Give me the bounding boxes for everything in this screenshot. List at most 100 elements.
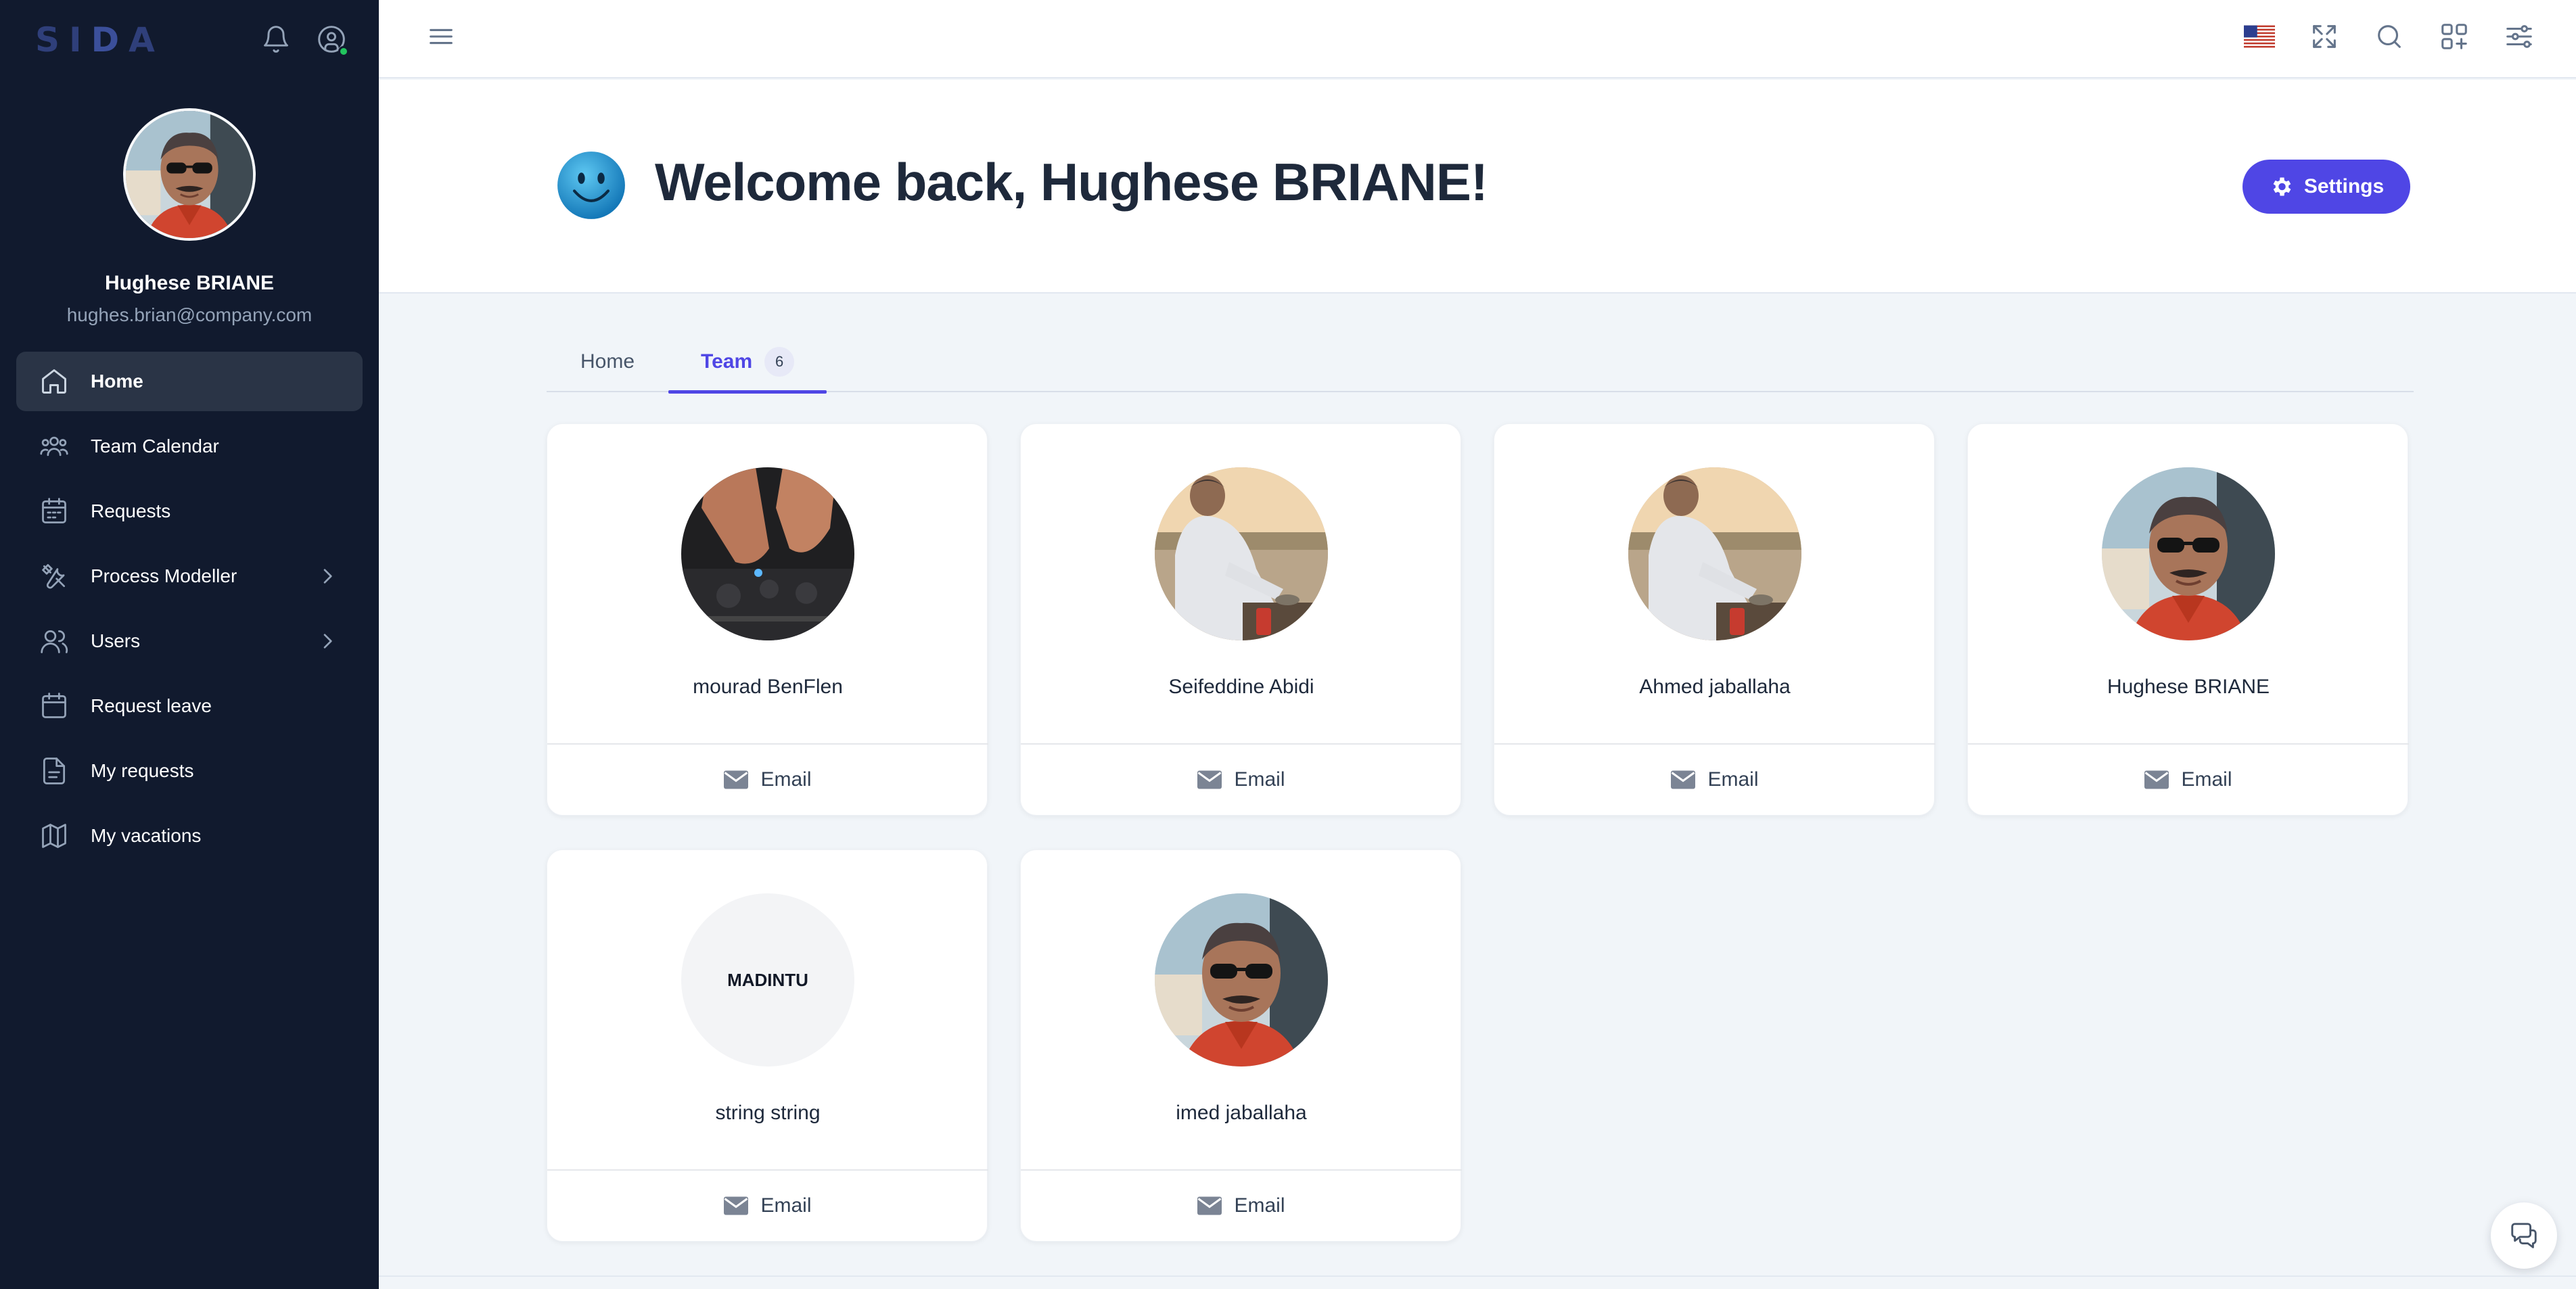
email-label: Email (2181, 768, 2232, 791)
email-button[interactable]: Email (1021, 1171, 1462, 1241)
team-member-card: Hughese BRIANE Email (1967, 423, 2409, 816)
tab-count-badge: 6 (764, 347, 795, 377)
envelope-icon (1197, 770, 1222, 789)
profile-photo (126, 111, 253, 238)
envelope-icon (1671, 770, 1696, 789)
sliders-icon (2506, 25, 2532, 48)
email-label: Email (1707, 768, 1759, 791)
document-icon (38, 755, 70, 787)
sidebar-header: SIDA (0, 0, 379, 78)
search-icon (2378, 25, 2401, 48)
team-member-card: Ahmed jaballaha Email (1494, 423, 1935, 816)
app-logo[interactable]: SIDA (35, 20, 164, 60)
team-member-card: mourad BenFlen Email (547, 423, 988, 816)
notifications-button[interactable] (257, 20, 295, 58)
user-account-button[interactable] (313, 20, 350, 58)
chevron-right-icon (323, 634, 332, 649)
member-name: Hughese BRIANE (2107, 676, 2270, 698)
email-button[interactable]: Email (1494, 745, 1935, 815)
logo-text-left: SI (35, 20, 91, 60)
fullscreen-icon (2313, 25, 2336, 48)
member-name: string string (715, 1102, 821, 1124)
sidebar-item-label: Requests (91, 500, 171, 521)
footer-divider (379, 1275, 2576, 1277)
email-label: Email (760, 1194, 812, 1217)
page-title: Welcome back, Hughese BRIANE! (655, 152, 1488, 212)
sidebar-item-requests[interactable]: Requests (16, 482, 363, 541)
chat-bubbles-icon (2511, 1223, 2537, 1248)
profile-email: hughes.brian@company.com (66, 304, 313, 325)
sidebar-item-my-vacations[interactable]: My vacations (16, 806, 363, 866)
sidebar-nav: Home Team Calendar Requests Process Mode… (16, 352, 363, 871)
email-button[interactable]: Email (1021, 745, 1462, 815)
email-button[interactable]: Email (547, 745, 988, 815)
home-icon (38, 365, 70, 398)
sidebar-item-label: Request leave (91, 695, 212, 716)
team-member-card: Seifeddine Abidi Email (1020, 423, 1462, 816)
member-name: Seifeddine Abidi (1168, 676, 1314, 698)
calendar-grid-icon (38, 495, 70, 528)
tools-icon (38, 560, 70, 592)
tab-label: Team (701, 350, 753, 373)
member-name: imed jaballaha (1176, 1102, 1307, 1124)
chevron-right-icon (323, 569, 332, 584)
fullscreen-button[interactable] (2303, 15, 2346, 58)
sidebar-item-team-calendar[interactable]: Team Calendar (16, 417, 363, 476)
tab-label: Home (580, 350, 635, 373)
avatar (1628, 467, 1801, 640)
avatar-initials: MADINTU (727, 969, 808, 990)
logo-text-mid: D (91, 20, 129, 60)
sidebar-item-request-leave[interactable]: Request leave (16, 676, 363, 736)
tab-team[interactable]: Team 6 (668, 331, 827, 394)
envelope-icon (2144, 770, 2169, 789)
member-name: mourad BenFlen (693, 676, 843, 698)
email-button[interactable]: Email (1968, 745, 2409, 815)
email-label: Email (760, 768, 812, 791)
map-icon (38, 820, 70, 852)
language-button[interactable] (2238, 15, 2281, 58)
avatar (681, 467, 854, 640)
avatar (2102, 467, 2275, 640)
email-label: Email (1234, 1194, 1285, 1217)
welcome-header: Welcome back, Hughese BRIANE! Settings (379, 80, 2576, 294)
team-member-card: MADINTU string string Email (547, 849, 988, 1242)
sidebar: SIDA Hughese BRIANE hughes.brian@company… (0, 0, 379, 1289)
search-button[interactable] (2368, 15, 2411, 58)
tab-home[interactable]: Home (580, 331, 635, 392)
calendar-icon (38, 690, 70, 722)
top-bar (379, 0, 2576, 78)
envelope-icon (1197, 1196, 1222, 1215)
smiley-icon (557, 151, 625, 219)
settings-label: Settings (2303, 175, 2385, 197)
email-label: Email (1234, 768, 1285, 791)
bell-icon (264, 26, 288, 53)
member-name: Ahmed jaballaha (1639, 676, 1791, 698)
email-button[interactable]: Email (547, 1171, 988, 1241)
sidebar-item-label: Team Calendar (91, 436, 219, 456)
apps-button[interactable] (2433, 15, 2476, 58)
sidebar-item-process-modeller[interactable]: Process Modeller (16, 546, 363, 606)
sidebar-item-label: Users (91, 630, 141, 651)
menu-toggle-button[interactable] (419, 15, 463, 58)
sidebar-item-label: My requests (91, 760, 194, 781)
logo-text-right: A (129, 20, 164, 60)
users-icon (38, 625, 70, 657)
avatar: MADINTU (681, 893, 854, 1067)
avatar (1155, 893, 1328, 1067)
sidebar-item-my-requests[interactable]: My requests (16, 741, 363, 801)
apps-add-icon (2441, 24, 2467, 49)
profile-name: Hughese BRIANE (104, 272, 275, 294)
hamburger-menu-icon (430, 28, 453, 45)
settings-button[interactable]: Settings (2242, 160, 2410, 214)
customizer-button[interactable] (2498, 15, 2541, 58)
profile-avatar[interactable] (123, 108, 256, 241)
chat-button[interactable] (2491, 1202, 2557, 1269)
team-member-card: imed jaballaha Email (1020, 849, 1462, 1242)
sidebar-item-users[interactable]: Users (16, 611, 363, 671)
tab-bar: Home Team 6 (547, 331, 2414, 394)
team-icon (38, 430, 70, 463)
sidebar-item-label: Home (91, 371, 143, 392)
sidebar-item-home[interactable]: Home (16, 352, 363, 411)
envelope-icon (724, 1196, 749, 1215)
sidebar-item-label: My vacations (91, 825, 202, 846)
